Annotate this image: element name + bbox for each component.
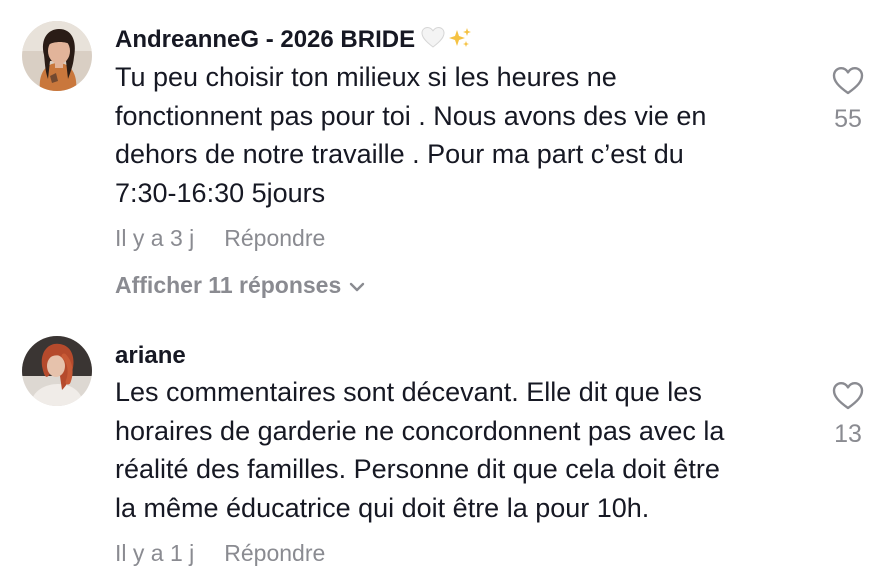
comment-text-line: dehors de notre travaille . Pour ma part…: [115, 139, 684, 169]
reply-button[interactable]: Répondre: [224, 225, 325, 251]
comment-item: AndreanneG - 2026 BRIDE Tu peu choisir t…: [0, 0, 896, 310]
comment-meta: Il y a 3 j Répondre: [115, 224, 325, 252]
comment-item: ariane Les commentaires sont décevant. E…: [0, 318, 896, 582]
comment-text-line: 7:30-16:30 5jours: [115, 177, 326, 208]
comment-timestamp: Il y a 1 j: [115, 540, 195, 566]
comment-text: Les commentaires sont décevant. Elle dit…: [115, 373, 805, 527]
heart-icon[interactable]: [820, 66, 876, 101]
comment-timestamp: Il y a 3 j: [115, 225, 195, 251]
view-replies-label: Afficher 11 réponses: [115, 272, 342, 298]
avatar[interactable]: [22, 336, 92, 406]
comment-meta: Il y a 1 j Répondre: [115, 539, 325, 567]
user-avatar-photo-icon: [22, 21, 92, 91]
avatar[interactable]: [22, 21, 92, 91]
like-control: 13: [820, 381, 876, 449]
username-text: ariane: [115, 342, 186, 369]
like-control: 55: [820, 66, 876, 134]
username-text: AndreanneG - 2026 BRIDE: [115, 26, 416, 53]
chevron-down-icon: [349, 270, 365, 298]
white-heart-sparkles-icon: [421, 26, 473, 57]
like-count: 13: [834, 420, 862, 448]
comment-text-line: Les commentaires sont décevant. Elle dit…: [115, 377, 702, 407]
comment-text-line: horaires de garderie ne concordonnent pa…: [115, 415, 725, 446]
comment-text-line: Tu peu choisir ton milieux si les heures…: [115, 62, 617, 92]
reply-button[interactable]: Répondre: [224, 540, 325, 566]
user-avatar-photo-icon: [22, 336, 92, 406]
heart-icon[interactable]: [820, 381, 876, 416]
comment-text-line: fonctionnent pas pour toi . Nous avons d…: [115, 100, 707, 131]
comment-text-line: réalité des familles. Personne dit que c…: [115, 454, 720, 484]
view-replies-button[interactable]: Afficher 11 réponses: [115, 270, 365, 299]
comment-text-line: la même éducatrice qui doit être la pour…: [115, 492, 650, 523]
like-count: 55: [834, 105, 862, 133]
comment-text: Tu peu choisir ton milieux si les heures…: [115, 58, 805, 212]
comment-username[interactable]: AndreanneG - 2026 BRIDE: [115, 26, 473, 57]
comment-username[interactable]: ariane: [115, 342, 186, 370]
